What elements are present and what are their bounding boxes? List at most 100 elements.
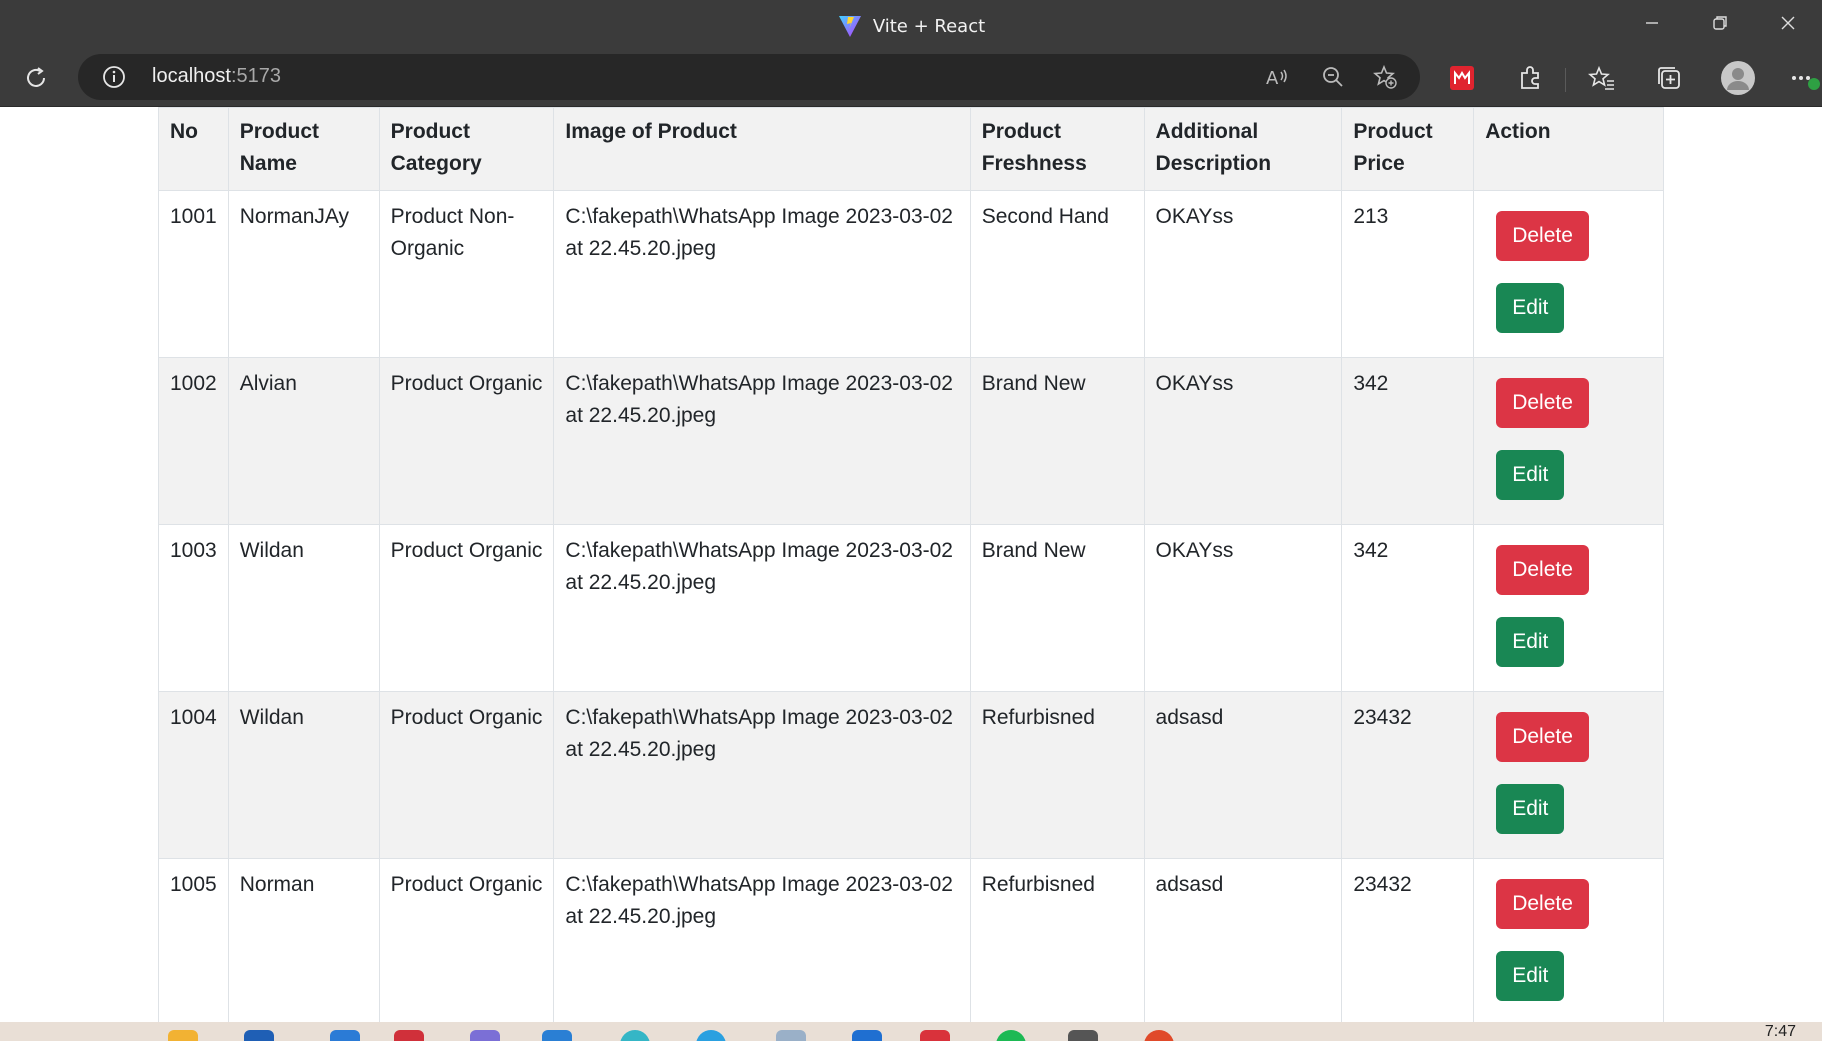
collections-icon[interactable] [1655,64,1683,92]
cell-no: 1005 [158,858,229,1022]
edit-button[interactable]: Edit [1496,951,1565,1001]
header-action: Action [1473,107,1664,191]
zoom-out-icon[interactable] [1320,64,1346,90]
edit-button[interactable]: Edit [1496,450,1565,500]
profile-avatar-icon[interactable] [1720,60,1756,96]
tab-title: Vite + React [872,15,986,37]
table-row: 1005 Norman Product Organic C:\fakepath\… [158,858,1664,1022]
edit-button[interactable]: Edit [1496,283,1565,333]
add-favorite-icon[interactable] [1372,64,1398,90]
cell-image-path: C:\fakepath\WhatsApp Image 2023-03-02 at… [553,190,971,358]
more-options-icon[interactable] [1790,64,1822,92]
restore-icon [1713,16,1727,30]
cell-actions: Delete Edit [1473,858,1664,1022]
header-additional-description: Additional Description [1143,107,1343,191]
cell-freshness: Second Hand [969,190,1145,358]
window-title: Vite + React [0,0,1822,52]
edit-button[interactable]: Edit [1496,617,1565,667]
url-port: :5173 [230,65,281,87]
close-window-button[interactable] [1754,0,1822,46]
cell-no: 1001 [158,190,229,358]
header-image-of-product: Image of Product [553,107,971,191]
delete-button[interactable]: Delete [1496,545,1589,595]
file-explorer-icon[interactable] [168,1030,198,1041]
products-table: No Product Name Product Category Image o… [158,107,1664,1022]
delete-button[interactable]: Delete [1496,712,1589,762]
table-row: 1003 Wildan Product Organic C:\fakepath\… [158,524,1664,692]
close-icon [1781,16,1795,30]
delete-button[interactable]: Delete [1496,211,1589,261]
header-product-name: Product Name [227,107,380,191]
address-bar[interactable]: localhost:5173 A [78,54,1420,100]
cell-no: 1004 [158,691,229,859]
cell-description: adsasd [1143,858,1343,1022]
taskbar-app-icon[interactable] [244,1030,274,1041]
taskbar-app-icon[interactable] [470,1030,500,1041]
cell-description: OKAYss [1143,357,1343,525]
cell-image-path: C:\fakepath\WhatsApp Image 2023-03-02 at… [553,858,971,1022]
table-row: 1001 NormanJAy Product Non-Organic C:\fa… [158,190,1664,358]
favorites-icon[interactable] [1588,64,1616,92]
taskbar-app-icon[interactable] [542,1030,572,1041]
read-aloud-icon[interactable]: A [1264,64,1290,90]
extension-red-icon[interactable] [1448,64,1476,92]
cell-description: OKAYss [1143,190,1343,358]
browser-toolbar: localhost:5173 A [0,52,1822,107]
cell-image-path: C:\fakepath\WhatsApp Image 2023-03-02 at… [553,691,971,859]
extensions-icon[interactable] [1516,64,1544,92]
cell-actions: Delete Edit [1473,691,1664,859]
spotify-icon[interactable] [996,1030,1026,1041]
cell-price: 342 [1341,357,1475,525]
vite-logo-icon [838,16,861,37]
refresh-button[interactable] [20,62,52,94]
table-header-row: No Product Name Product Category Image o… [158,107,1664,191]
taskbar-app-icon[interactable] [920,1030,950,1041]
page-content: No Product Name Product Category Image o… [0,107,1822,1022]
taskbar-app-icon[interactable] [1144,1030,1174,1041]
minimize-icon [1646,22,1658,24]
svg-text:A: A [1266,68,1279,89]
minimize-button[interactable] [1618,0,1686,46]
table-row: 1002 Alvian Product Organic C:\fakepath\… [158,357,1664,525]
cell-actions: Delete Edit [1473,190,1664,358]
cell-price: 23432 [1341,691,1475,859]
cell-product-category: Product Organic [378,357,555,525]
taskbar-app-icon[interactable] [696,1030,726,1041]
browser-title-bar: Vite + React [0,0,1822,52]
cell-description: OKAYss [1143,524,1343,692]
vscode-icon[interactable] [852,1030,882,1041]
header-product-freshness: Product Freshness [969,107,1145,191]
cell-product-category: Product Organic [378,524,555,692]
os-taskbar: 7:47 [0,1022,1822,1041]
site-info-icon[interactable] [102,65,126,89]
cell-price: 342 [1341,524,1475,692]
cell-no: 1003 [158,524,229,692]
cell-freshness: Brand New [969,524,1145,692]
table-row: 1004 Wildan Product Organic C:\fakepath\… [158,691,1664,859]
edge-browser-icon[interactable] [620,1030,650,1041]
header-product-category: Product Category [378,107,555,191]
restore-button[interactable] [1686,0,1754,46]
delete-button[interactable]: Delete [1496,378,1589,428]
cell-product-category: Product Organic [378,858,555,1022]
mail-icon[interactable] [394,1030,424,1041]
cell-product-name: Wildan [227,691,380,859]
cell-image-path: C:\fakepath\WhatsApp Image 2023-03-02 at… [553,524,971,692]
url-host: localhost [152,65,231,87]
taskbar-app-icon[interactable] [776,1030,806,1041]
cell-product-name: NormanJAy [227,190,380,358]
header-no: No [158,107,229,191]
cell-product-name: Wildan [227,524,380,692]
refresh-icon [27,67,45,87]
edit-button[interactable]: Edit [1496,784,1565,834]
cell-product-name: Norman [227,858,380,1022]
cell-description: adsasd [1143,691,1343,859]
cell-actions: Delete Edit [1473,524,1664,692]
url-text[interactable]: localhost:5173 [152,65,281,88]
delete-button[interactable]: Delete [1496,879,1589,929]
taskbar-app-icon[interactable] [1068,1030,1098,1041]
cell-price: 23432 [1341,858,1475,1022]
cell-actions: Delete Edit [1473,357,1664,525]
taskbar-app-icon[interactable] [330,1030,360,1041]
cell-no: 1002 [158,357,229,525]
